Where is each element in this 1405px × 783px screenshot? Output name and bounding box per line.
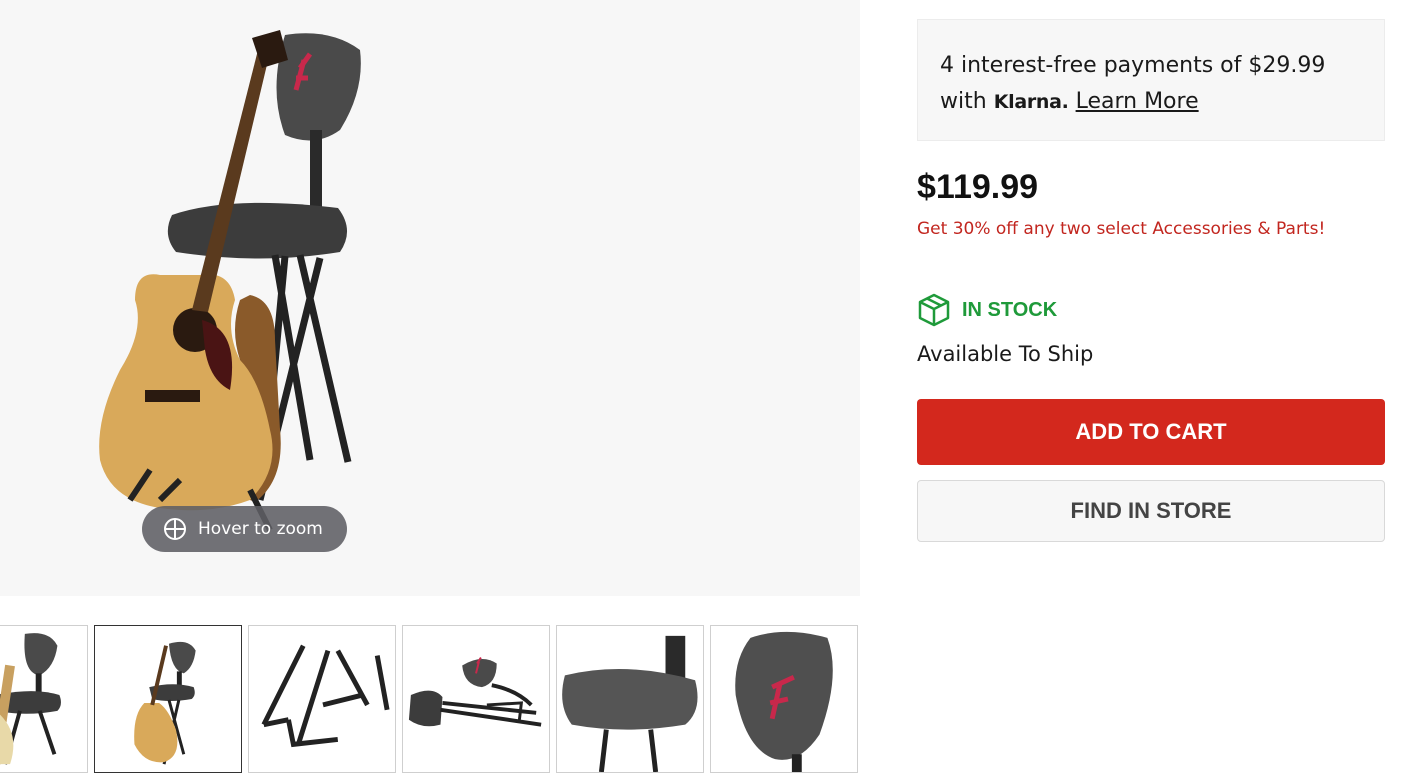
klarna-with-text: with bbox=[940, 89, 987, 114]
in-stock-label: IN STOCK bbox=[962, 298, 1058, 321]
klarna-payment-box: 4 interest-free payments of $29.99 with … bbox=[917, 19, 1385, 141]
klarna-learn-more-link[interactable]: Learn More bbox=[1076, 89, 1199, 114]
package-box-icon bbox=[918, 293, 950, 327]
add-to-cart-button[interactable]: ADD TO CART bbox=[917, 399, 1385, 465]
thumb-acoustic-guitar-on-seat[interactable] bbox=[94, 625, 242, 773]
stock-status: IN STOCK bbox=[917, 293, 1057, 327]
promo-message: Get 30% off any two select Accessories &… bbox=[917, 219, 1326, 239]
klarna-logo: Klarna. bbox=[993, 91, 1069, 113]
product-price: $119.99 bbox=[917, 168, 1039, 206]
klarna-installments-text: 4 interest-free payments of $29.99 bbox=[940, 53, 1326, 78]
thumb-guitar-stand-legs[interactable] bbox=[248, 625, 396, 773]
guitar-seat-product-image bbox=[99, 30, 361, 532]
thumb-folded-seat[interactable] bbox=[402, 625, 550, 773]
zoom-crosshair-icon bbox=[164, 518, 186, 540]
hover-to-zoom-hint: Hover to zoom bbox=[142, 506, 347, 552]
find-in-store-button[interactable]: FIND IN STORE bbox=[917, 480, 1385, 542]
thumb-seat-cushion[interactable] bbox=[556, 625, 704, 773]
product-main-image[interactable]: Hover to zoom bbox=[0, 0, 860, 596]
thumb-backrest[interactable] bbox=[710, 625, 858, 773]
thumb-electric-guitar-on-seat[interactable] bbox=[0, 625, 88, 773]
zoom-hint-text: Hover to zoom bbox=[198, 519, 323, 539]
availability-text: Available To Ship bbox=[917, 342, 1094, 366]
